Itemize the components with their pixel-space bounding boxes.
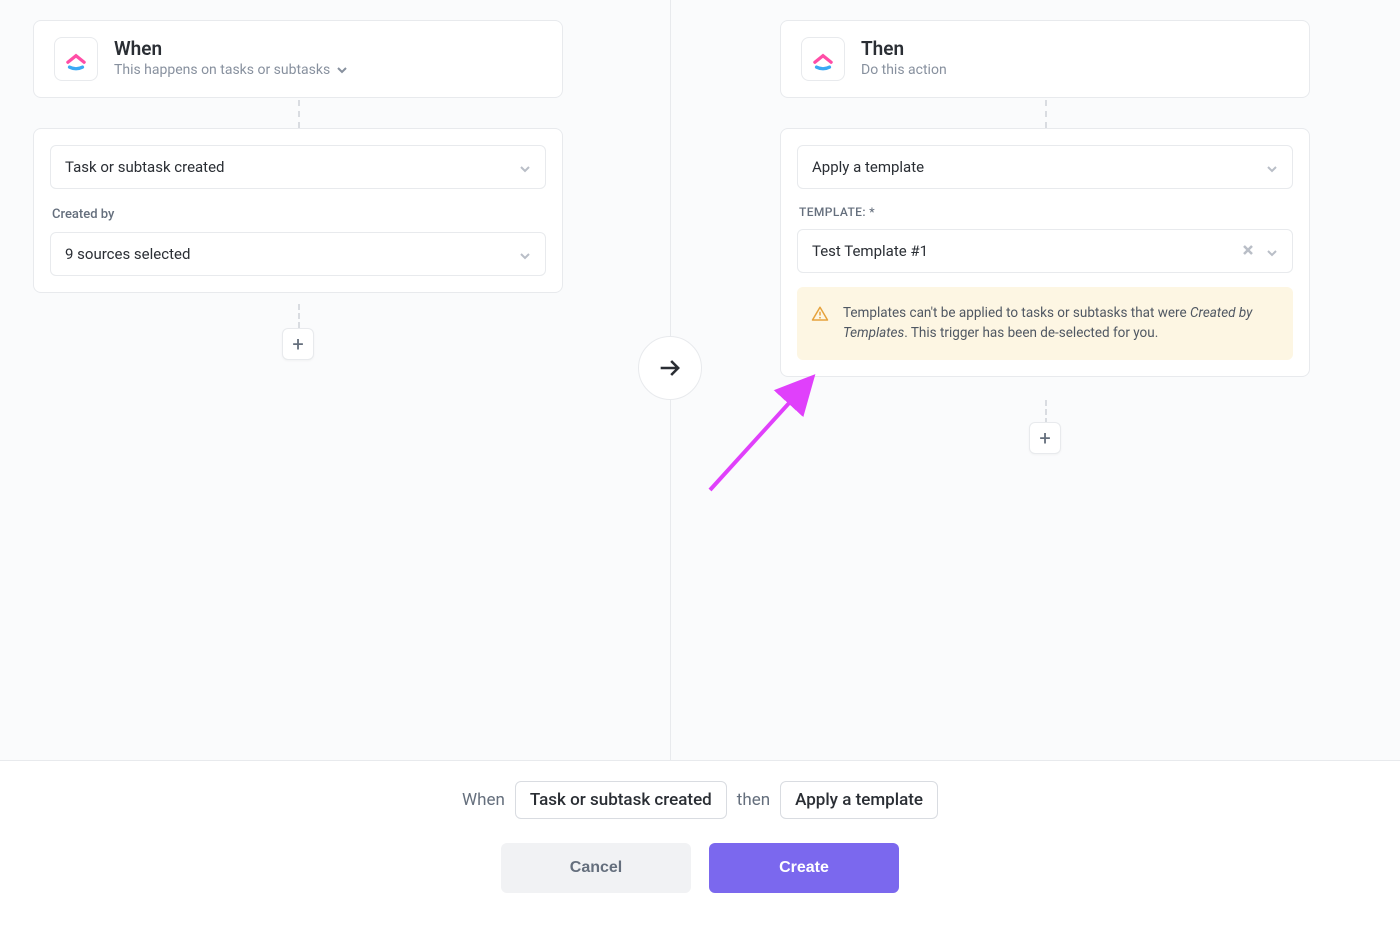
then-header-card: Then Do this action	[780, 20, 1310, 98]
connector-line	[1045, 400, 1047, 424]
when-subtitle-text: This happens on tasks or subtasks	[114, 62, 330, 78]
chevron-down-icon	[519, 248, 531, 260]
then-title: Then	[861, 37, 1289, 60]
cancel-button[interactable]: Cancel	[501, 843, 691, 893]
chevron-down-icon	[1266, 161, 1278, 173]
add-trigger-button[interactable]: +	[282, 328, 314, 360]
clear-icon[interactable]	[1242, 242, 1254, 260]
footer-bar: When Task or subtask created then Apply …	[0, 760, 1400, 926]
when-header-card: When This happens on tasks or subtasks	[33, 20, 563, 98]
warning-icon	[811, 305, 829, 323]
summary-then-word: then	[737, 790, 770, 810]
clickup-logo-icon	[801, 37, 845, 81]
clickup-logo-icon	[54, 37, 98, 81]
connector-line	[298, 100, 300, 128]
trigger-select-value: Task or subtask created	[65, 158, 225, 176]
summary-when-word: When	[462, 790, 505, 810]
action-select[interactable]: Apply a template	[797, 145, 1293, 189]
action-select-value: Apply a template	[812, 158, 924, 176]
summary-then-pill[interactable]: Apply a template	[780, 781, 938, 819]
create-button[interactable]: Create	[709, 843, 899, 893]
connector-line	[298, 304, 300, 328]
chevron-down-icon	[336, 64, 348, 76]
chevron-down-icon	[1266, 245, 1278, 257]
warning-message: Templates can't be applied to tasks or s…	[797, 287, 1293, 360]
flow-arrow-icon	[638, 336, 702, 400]
created-by-value: 9 sources selected	[65, 245, 190, 263]
then-subtitle: Do this action	[861, 62, 1289, 78]
chevron-down-icon	[519, 161, 531, 173]
created-by-label: Created by	[52, 207, 544, 222]
when-title: When	[114, 37, 542, 60]
then-config-card: Apply a template TEMPLATE: * Test Templa…	[780, 128, 1310, 377]
summary-when-pill[interactable]: Task or subtask created	[515, 781, 727, 819]
when-config-card: Task or subtask created Created by 9 sou…	[33, 128, 563, 293]
summary-line: When Task or subtask created then Apply …	[462, 781, 938, 819]
warning-text: Templates can't be applied to tasks or s…	[843, 303, 1275, 344]
trigger-select[interactable]: Task or subtask created	[50, 145, 546, 189]
created-by-select[interactable]: 9 sources selected	[50, 232, 546, 276]
template-select-value: Test Template #1	[812, 242, 928, 260]
template-select[interactable]: Test Template #1	[797, 229, 1293, 273]
add-action-button[interactable]: +	[1029, 422, 1061, 454]
connector-line	[1045, 100, 1047, 128]
template-field-label: TEMPLATE: *	[799, 205, 1291, 219]
when-subtitle-dropdown[interactable]: This happens on tasks or subtasks	[114, 62, 542, 78]
